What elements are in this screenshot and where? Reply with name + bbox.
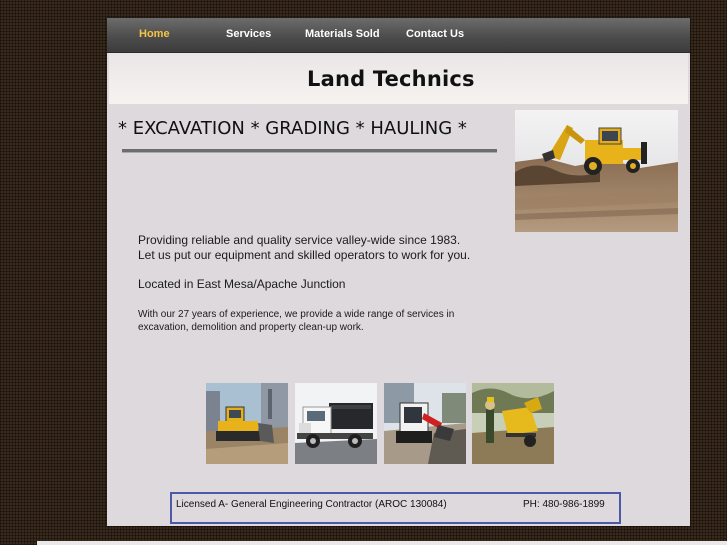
phone-number: PH: 480-986-1899: [523, 499, 605, 510]
bulldozer-photo: [206, 383, 288, 464]
bottom-strip: [37, 541, 727, 545]
experience-text: With our 27 years of experience, we prov…: [138, 309, 455, 333]
top-navigation: Home Services Materials Sold Contact Us: [107, 18, 690, 53]
nav-materials-sold[interactable]: Materials Sold: [305, 28, 380, 40]
skid-steer-photo: [384, 383, 466, 464]
wood-chipper-photo: [472, 383, 554, 464]
license-text: Licensed A- General Engineering Contract…: [176, 499, 447, 510]
site-title: Land Technics: [307, 67, 475, 91]
services-headline: * EXCAVATION * GRADING * HAULING *: [118, 118, 467, 139]
backhoe-loader-photo: [515, 110, 678, 232]
intro-line-1: Providing reliable and quality service v…: [138, 233, 461, 247]
nav-home[interactable]: Home: [139, 28, 170, 40]
location-text: Located in East Mesa/Apache Junction: [138, 277, 346, 291]
nav-contact-us[interactable]: Contact Us: [406, 28, 464, 40]
header-banner: Land Technics: [109, 53, 688, 104]
intro-text: Providing reliable and quality service v…: [138, 233, 518, 263]
license-contact-box: Licensed A- General Engineering Contract…: [170, 492, 621, 524]
page-container: Home Services Materials Sold Contact Us …: [107, 18, 690, 526]
headline-divider: [122, 149, 497, 153]
dump-truck-photo: [295, 383, 377, 464]
nav-services[interactable]: Services: [226, 28, 271, 40]
intro-line-2: Let us put our equipment and skilled ope…: [138, 248, 471, 262]
